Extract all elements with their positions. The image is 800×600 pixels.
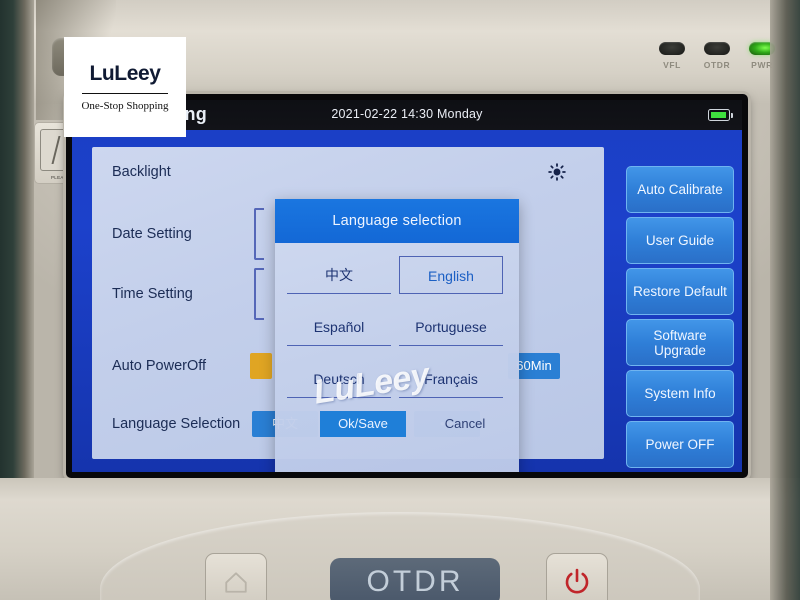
language-selection-dialog: Language selection 中文 English Español Po… bbox=[275, 199, 519, 472]
dialog-ok-save-button[interactable]: Ok/Save bbox=[320, 411, 406, 437]
led-vfl-lamp-icon bbox=[659, 42, 685, 55]
screen-body: Backlight Date Setting Time Setting Auto… bbox=[72, 130, 742, 472]
language-option-francais[interactable]: Français bbox=[399, 360, 503, 398]
sidebar-button-restore-default[interactable]: Restore Default bbox=[626, 268, 734, 315]
led-vfl-label: VFL bbox=[663, 60, 681, 70]
power-icon bbox=[565, 568, 589, 594]
language-option-espanol[interactable]: Español bbox=[287, 308, 391, 346]
settings-row-backlight[interactable]: Backlight bbox=[112, 157, 582, 187]
language-option-portuguese[interactable]: Portuguese bbox=[399, 308, 503, 346]
settings-label-language: Language Selection bbox=[112, 416, 241, 432]
led-otdr-label: OTDR bbox=[703, 60, 731, 70]
date-field-bracket bbox=[254, 208, 264, 260]
led-pwr-label: PWR bbox=[751, 60, 773, 70]
autopoweroff-chip-selected[interactable] bbox=[250, 353, 272, 379]
sidebar-button-user-guide[interactable]: User Guide bbox=[626, 217, 734, 264]
brand-tagline: One-Stop Shopping bbox=[81, 100, 169, 113]
language-option-english[interactable]: English bbox=[399, 256, 503, 294]
language-option-deutsch[interactable]: Deutsch bbox=[287, 360, 391, 398]
hardware-home-button[interactable] bbox=[205, 553, 267, 600]
settings-label-date: Date Setting bbox=[112, 226, 192, 242]
led-pwr-lamp-icon bbox=[749, 42, 775, 55]
settings-screen: Setting 2021-02-22 14:30 Monday Backligh… bbox=[72, 100, 742, 472]
right-sidebar: Auto Calibrate User Guide Restore Defaul… bbox=[620, 160, 742, 472]
device-model-label: OTDR bbox=[366, 565, 464, 598]
dialog-title: Language selection bbox=[275, 199, 519, 243]
settings-label-backlight: Backlight bbox=[112, 164, 171, 180]
brand-logo-overlay: LuLeey One-Stop Shopping bbox=[64, 37, 186, 137]
settings-label-time: Time Setting bbox=[112, 286, 193, 302]
device-model-badge: OTDR bbox=[330, 558, 500, 600]
settings-panel: Backlight Date Setting Time Setting Auto… bbox=[92, 147, 604, 472]
led-otdr-lamp-icon bbox=[704, 42, 730, 55]
language-option-chinese[interactable]: 中文 bbox=[287, 256, 391, 294]
led-indicator-group: VFL OTDR PWR bbox=[655, 36, 780, 82]
lcd-screen: Setting 2021-02-22 14:30 Monday Backligh… bbox=[66, 94, 748, 478]
sidebar-button-power-off[interactable]: Power OFF bbox=[626, 421, 734, 468]
led-otdr bbox=[704, 42, 730, 55]
time-field-bracket bbox=[254, 268, 264, 320]
hardware-power-button[interactable] bbox=[546, 553, 608, 600]
dialog-cancel-button[interactable]: Cancel bbox=[427, 411, 503, 437]
sidebar-button-system-info[interactable]: System Info bbox=[626, 370, 734, 417]
led-pwr bbox=[749, 42, 775, 55]
sidebar-button-auto-calibrate[interactable]: Auto Calibrate bbox=[626, 166, 734, 213]
battery-icon bbox=[708, 109, 733, 121]
logo-divider bbox=[82, 92, 168, 95]
otdr-device-photo: TRCBA FRONT PLEASE PEEL OFF THE MASK WIT… bbox=[0, 0, 800, 600]
brand-name: LuLeey bbox=[89, 61, 161, 85]
settings-label-autopoweroff: Auto PowerOff bbox=[112, 358, 207, 374]
led-vfl bbox=[659, 42, 685, 55]
home-icon bbox=[225, 572, 247, 593]
brightness-sun-icon[interactable] bbox=[548, 163, 566, 181]
sidebar-button-software-upgrade[interactable]: Software Upgrade bbox=[626, 319, 734, 366]
